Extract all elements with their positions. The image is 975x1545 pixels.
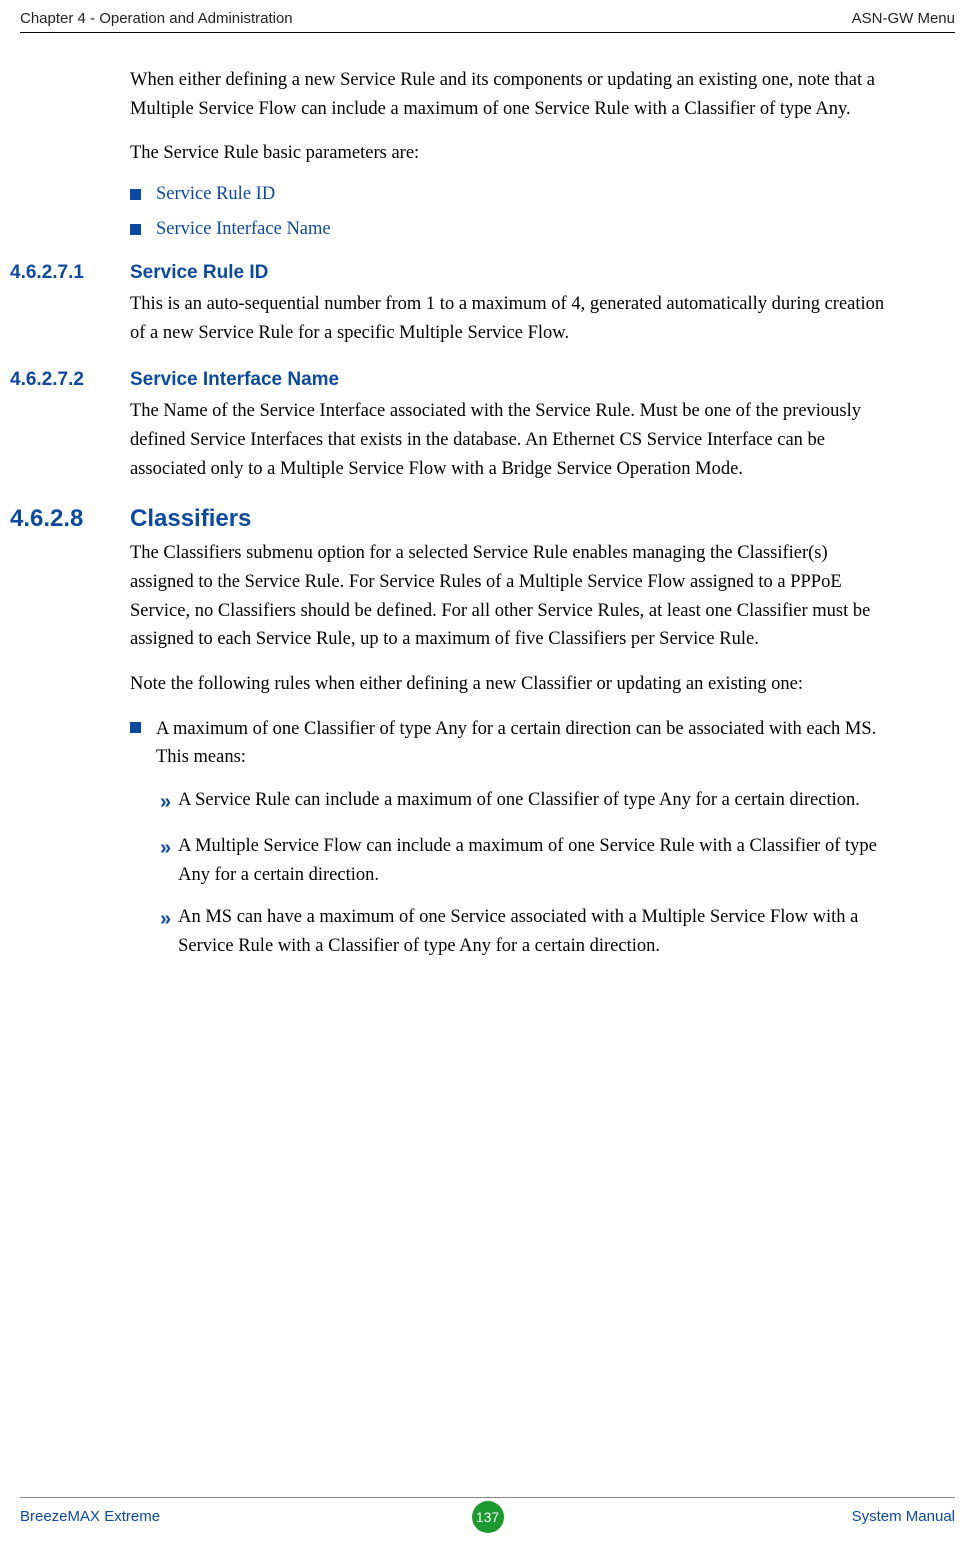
toc-link-service-interface-name[interactable]: Service Interface Name — [130, 219, 885, 240]
toc-link-label: Service Interface Name — [156, 219, 331, 240]
heading-classifiers: 4.6.2.8 Classifiers — [0, 505, 975, 533]
bullet-item: A maximum of one Classifier of type Any … — [130, 715, 885, 772]
heading-number: 4.6.2.7.1 — [0, 262, 130, 284]
square-bullet-icon — [130, 224, 141, 235]
intro-paragraph-1: When either defining a new Service Rule … — [130, 66, 885, 123]
heading-service-rule-id: 4.6.2.7.1 Service Rule ID — [0, 262, 975, 284]
section-body: The Name of the Service Interface associ… — [130, 397, 885, 483]
header-rule — [20, 32, 955, 33]
footer-product[interactable]: BreezeMAX Extreme — [20, 1508, 160, 1525]
sub-bullet-item: » A Service Rule can include a maximum o… — [160, 786, 885, 818]
sub-bullet-item: » A Multiple Service Flow can include a … — [160, 832, 885, 889]
heading-number: 4.6.2.8 — [0, 505, 130, 533]
sub-bullet-text: A Multiple Service Flow can include a ma… — [178, 832, 885, 889]
sub-bullet-text: An MS can have a maximum of one Service … — [178, 903, 885, 960]
header-chapter: Chapter 4 - Operation and Administration — [20, 10, 293, 27]
header-menu: ASN-GW Menu — [852, 10, 955, 27]
sub-bullet-item: » An MS can have a maximum of one Servic… — [160, 903, 885, 960]
bullet-text: A maximum of one Classifier of type Any … — [156, 715, 885, 772]
heading-title: Service Interface Name — [130, 369, 339, 391]
toc-link-label: Service Rule ID — [156, 184, 275, 205]
chevron-icon: » — [160, 787, 168, 818]
heading-service-interface-name: 4.6.2.7.2 Service Interface Name — [0, 369, 975, 391]
square-bullet-icon — [130, 722, 141, 733]
chevron-icon: » — [160, 833, 168, 889]
heading-title: Service Rule ID — [130, 262, 268, 284]
heading-title: Classifiers — [130, 505, 251, 533]
toc-link-service-rule-id[interactable]: Service Rule ID — [130, 184, 885, 205]
chevron-icon: » — [160, 904, 168, 960]
heading-number: 4.6.2.7.2 — [0, 369, 130, 391]
classifiers-paragraph-2: Note the following rules when either def… — [130, 670, 885, 699]
sub-bullet-text: A Service Rule can include a maximum of … — [178, 786, 860, 818]
square-bullet-icon — [130, 189, 141, 200]
footer-rule — [20, 1497, 955, 1498]
section-body: This is an auto-sequential number from 1… — [130, 290, 885, 347]
intro-paragraph-2: The Service Rule basic parameters are: — [130, 139, 885, 168]
footer-manual-link[interactable]: System Manual — [852, 1508, 955, 1525]
classifiers-paragraph-1: The Classifiers submenu option for a sel… — [130, 539, 885, 654]
page-number-badge: 137 — [472, 1501, 504, 1533]
